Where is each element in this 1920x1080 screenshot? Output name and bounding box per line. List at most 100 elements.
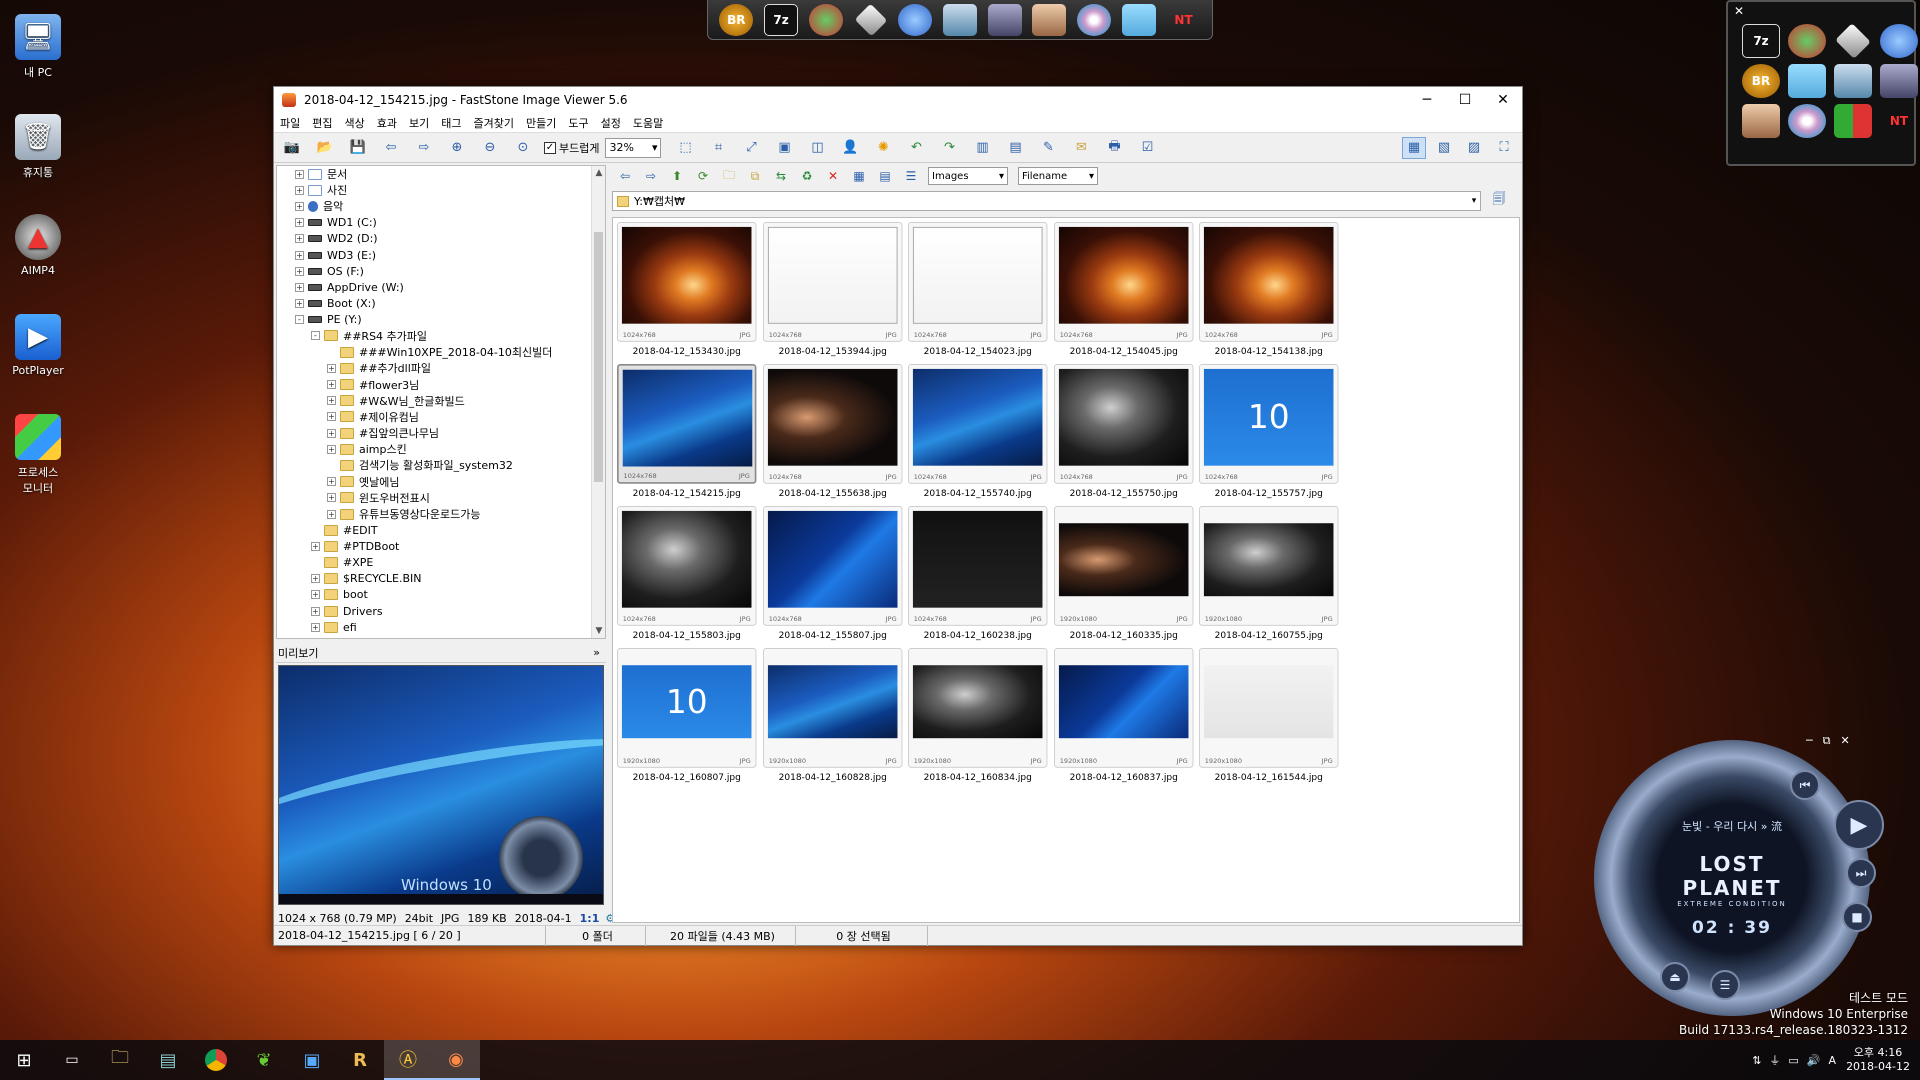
detail-view-icon[interactable]: ☰ bbox=[902, 165, 920, 187]
menu-create[interactable]: 만들기 bbox=[526, 115, 556, 131]
minimize-button[interactable]: ─ bbox=[1408, 87, 1446, 113]
preview-ratio[interactable]: 1:1 bbox=[580, 912, 600, 925]
thumbnail-item[interactable]: 1024x768 JPG 2018-04-12_154138.jpg bbox=[1199, 222, 1339, 360]
recycle-icon[interactable]: ♻ bbox=[798, 165, 816, 187]
maximize-button[interactable]: ☐ bbox=[1446, 87, 1484, 113]
email-icon[interactable]: ✉ bbox=[1069, 137, 1093, 159]
select-rect-icon[interactable]: ⬚ bbox=[673, 137, 697, 159]
thumbnail-item[interactable]: 1920x1080 JPG 2018-04-12_160335.jpg bbox=[1053, 506, 1193, 644]
menu-favorites[interactable]: 즐겨찾기 bbox=[474, 115, 514, 131]
aimp-task-icon[interactable]: Ⓐ bbox=[384, 1040, 432, 1080]
close-icon[interactable]: ✕ bbox=[1840, 734, 1849, 748]
expand-icon[interactable]: + bbox=[311, 590, 320, 600]
menu-file[interactable]: 파일 bbox=[280, 115, 300, 131]
expand-icon[interactable]: + bbox=[295, 250, 304, 260]
thumbnail-item[interactable]: 10 1920x1080 JPG 2018-04-12_160807.jpg bbox=[617, 648, 757, 786]
histogram-icon[interactable]: ▥ bbox=[970, 137, 994, 159]
preview-image[interactable]: Windows 10 bbox=[278, 665, 604, 905]
zoom-in-icon[interactable]: ⊕ bbox=[445, 137, 469, 159]
folder-up-icon[interactable]: ⬆ bbox=[668, 165, 686, 187]
nt-icon[interactable]: NT bbox=[1167, 4, 1201, 36]
expand-icon[interactable]: + bbox=[311, 606, 320, 616]
menu-tags[interactable]: 태그 bbox=[441, 115, 461, 131]
expand-icon[interactable]: + bbox=[327, 363, 336, 373]
collapse-icon[interactable]: - bbox=[311, 331, 320, 341]
stop-icon[interactable]: ■ bbox=[1842, 902, 1872, 932]
zoom-out-icon[interactable]: ⊖ bbox=[478, 137, 502, 159]
chevron-collapse-icon[interactable]: » bbox=[593, 646, 600, 659]
expand-icon[interactable]: + bbox=[311, 541, 320, 551]
tree-item[interactable]: - PE (Y:) bbox=[277, 312, 589, 328]
expand-icon[interactable]: + bbox=[327, 493, 336, 503]
menu-tools[interactable]: 도구 bbox=[568, 115, 588, 131]
compare-icon[interactable]: ◫ bbox=[805, 137, 829, 159]
expand-icon[interactable]: + bbox=[295, 201, 304, 211]
expand-icon[interactable]: + bbox=[295, 169, 304, 179]
eject-icon[interactable]: ⏏ bbox=[1660, 962, 1690, 992]
open-folder-icon[interactable]: 📂 bbox=[313, 137, 337, 159]
forward-icon[interactable]: ⇨ bbox=[642, 165, 660, 187]
menu-settings[interactable]: 설정 bbox=[601, 115, 621, 131]
tools-icon[interactable] bbox=[1032, 3, 1067, 36]
tree-item[interactable]: + 음악 bbox=[277, 198, 589, 214]
thumbnail-item[interactable]: 1024x768 JPG 2018-04-12_160238.jpg bbox=[908, 506, 1048, 644]
tree-item[interactable]: + AppDrive (W:) bbox=[277, 279, 589, 295]
tree-item[interactable]: ###Win10XPE_2018-04-10최신빌더 bbox=[277, 344, 589, 360]
leaf-app-icon[interactable]: ❦ bbox=[240, 1040, 288, 1080]
cd-icon[interactable] bbox=[1788, 104, 1826, 138]
menu-help[interactable]: 도움말 bbox=[633, 115, 663, 131]
tree-item[interactable]: + Drivers bbox=[277, 603, 589, 619]
thumbnail-item[interactable]: 1024x768 JPG 2018-04-12_153944.jpg bbox=[762, 222, 902, 360]
7zip-icon[interactable]: 7z bbox=[764, 3, 799, 36]
tree-item[interactable]: + #PTDBoot bbox=[277, 538, 589, 554]
tree-item[interactable]: + WD3 (E:) bbox=[277, 247, 589, 263]
zoom-select[interactable]: 32% ▾ bbox=[605, 137, 662, 158]
camera-icon[interactable]: 📷 bbox=[280, 137, 304, 159]
previous-track-icon[interactable]: ⏮ bbox=[1790, 770, 1820, 800]
thumbnail-item[interactable]: 1920x1080 JPG 2018-04-12_160837.jpg bbox=[1053, 648, 1193, 786]
thumbnail-item[interactable]: 1024x768 JPG 2018-04-12_154215.jpg bbox=[617, 364, 757, 502]
diamond-icon[interactable] bbox=[1835, 23, 1871, 59]
desktop-icon-aimp[interactable]: ▲ AIMP4 bbox=[6, 208, 70, 308]
desktop-icon-potplayer[interactable]: ▶ PotPlayer bbox=[6, 308, 70, 408]
batch-icon[interactable]: ☑ bbox=[1135, 137, 1159, 159]
cd-icon[interactable] bbox=[1077, 3, 1112, 36]
tree-item[interactable]: + #W&W님_한글화빌드 bbox=[277, 393, 589, 409]
expand-icon[interactable]: + bbox=[327, 412, 336, 422]
close-icon[interactable]: ✕ bbox=[1734, 4, 1744, 18]
save-icon[interactable]: 💾 bbox=[346, 137, 370, 159]
book-icon[interactable] bbox=[1788, 64, 1826, 98]
delete-icon[interactable]: ✕ bbox=[824, 165, 842, 187]
next-track-icon[interactable]: ⏭ bbox=[1846, 858, 1876, 888]
expand-icon[interactable]: + bbox=[295, 299, 304, 309]
expand-icon[interactable]: + bbox=[327, 396, 336, 406]
chrome-icon[interactable] bbox=[192, 1040, 240, 1080]
control-panel-icon[interactable]: ▣ bbox=[288, 1040, 336, 1080]
thumbnail-item[interactable]: 1920x1080 JPG 2018-04-12_160755.jpg bbox=[1199, 506, 1339, 644]
disk-pie-icon[interactable] bbox=[1880, 24, 1918, 58]
tree-item[interactable]: + #제이유컴님 bbox=[277, 409, 589, 425]
tree-item[interactable]: + 유튜브동영상다운로드가능 bbox=[277, 506, 589, 522]
expand-icon[interactable]: + bbox=[327, 509, 336, 519]
back-icon[interactable]: ⇦ bbox=[616, 165, 634, 187]
tree-item[interactable]: 검색기능 활성화파일_system32 bbox=[277, 457, 589, 473]
user-icon[interactable]: 👤 bbox=[838, 137, 862, 159]
tree-item[interactable]: - ##RS4 추가파일 bbox=[277, 328, 589, 344]
computer-icon[interactable] bbox=[1834, 64, 1872, 98]
menu-effects[interactable]: 효과 bbox=[377, 115, 397, 131]
thumbnail-item[interactable]: 10 1024x768 JPG 2018-04-12_155757.jpg bbox=[1199, 364, 1339, 502]
clock[interactable]: 오후 4:16 2018-04-12 bbox=[1846, 1046, 1910, 1074]
tree-item[interactable]: + Boot (X:) bbox=[277, 296, 589, 312]
file-type-select[interactable]: Images ▾ bbox=[928, 167, 1008, 185]
expand-icon[interactable]: + bbox=[327, 444, 336, 454]
desktop-icon-recycle-bin[interactable]: 🗑 휴지통 bbox=[6, 108, 70, 208]
scroll-thumb[interactable] bbox=[594, 232, 603, 482]
close-button[interactable]: ✕ bbox=[1484, 87, 1522, 113]
thumbnail-item[interactable]: 1024x768 JPG 2018-04-12_155740.jpg bbox=[908, 364, 1048, 502]
fullscreen-icon[interactable]: ⛶ bbox=[1492, 137, 1516, 159]
thumbnail-item[interactable]: 1024x768 JPG 2018-04-12_153430.jpg bbox=[617, 222, 757, 360]
expand-icon[interactable]: + bbox=[295, 218, 304, 228]
next-icon[interactable]: ⇨ bbox=[412, 137, 436, 159]
tree-scrollbar[interactable]: ▲ ▼ bbox=[591, 166, 605, 638]
expand-icon[interactable]: + bbox=[327, 477, 336, 487]
